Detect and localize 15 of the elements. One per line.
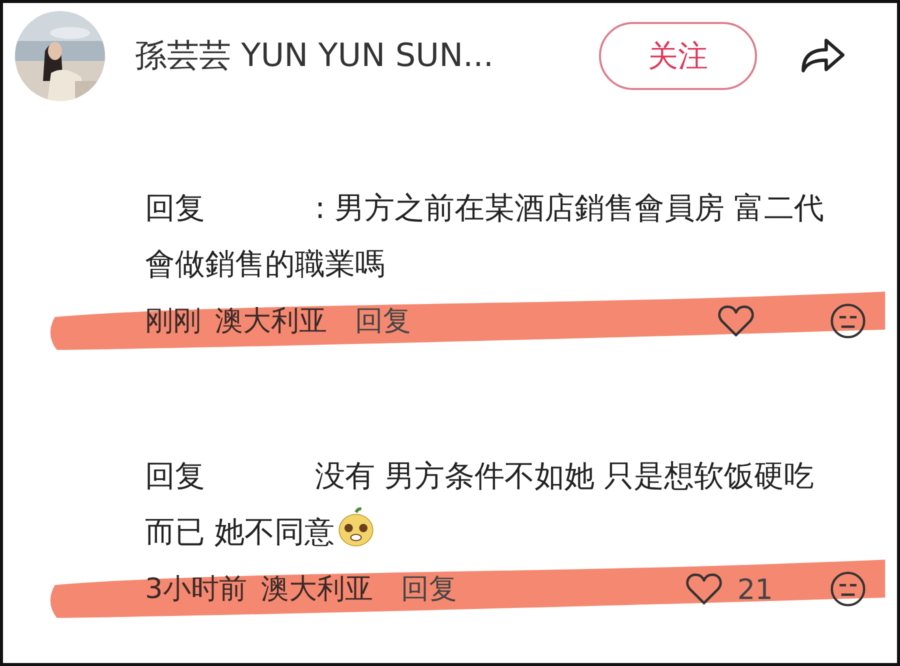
comment-time: 刚刚	[145, 303, 201, 339]
comment-location: 澳大利亚	[260, 571, 373, 607]
reply-link[interactable]: 回复	[355, 302, 411, 340]
like-icon[interactable]	[717, 304, 755, 338]
follow-button[interactable]: 关注	[599, 22, 757, 90]
comment-time: 3小时前	[145, 571, 247, 607]
like-count: 21	[737, 572, 773, 606]
comment-text: 回复 没有 男方条件不如她 只是想软饭硬吃而已 她不同意	[145, 458, 816, 552]
author-name: 孫芸芸 YUN YUN SUN...	[135, 35, 495, 76]
emoji-face-icon[interactable]	[829, 302, 867, 340]
reply-link[interactable]: 回复	[400, 570, 457, 608]
comment-location: 澳大利亚	[215, 303, 327, 339]
like-icon[interactable]	[685, 572, 724, 606]
comment-text: 回复 : 男方之前在某酒店銷售會員房 富二代會做銷售的職業嗎	[145, 190, 826, 284]
emoji-face-icon[interactable]	[829, 570, 867, 608]
